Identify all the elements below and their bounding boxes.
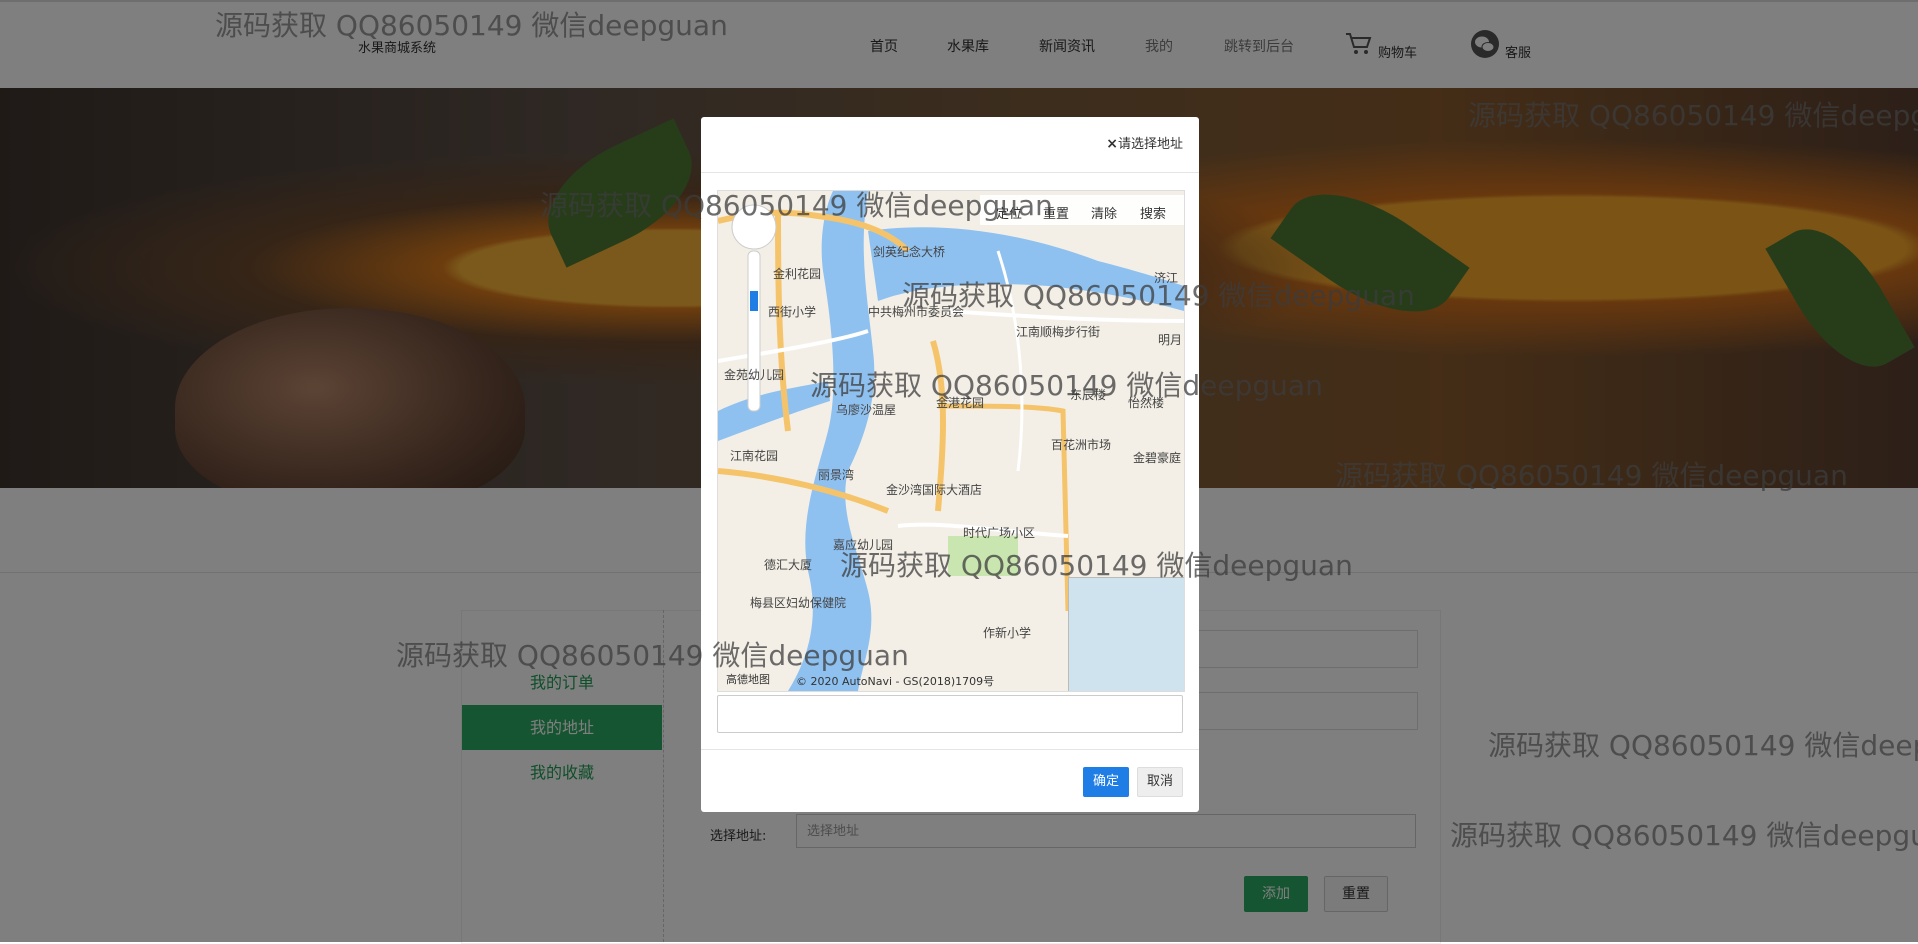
cancel-button[interactable]: 取消 xyxy=(1137,767,1183,797)
map-poi[interactable]: 金沙湾国际大酒店 xyxy=(886,481,982,498)
map-clear-button[interactable]: 清除 xyxy=(1091,203,1117,222)
map-overview[interactable] xyxy=(1068,577,1184,691)
map-poi[interactable]: 济江 xyxy=(1154,269,1178,286)
map-poi[interactable]: 金苑幼儿园 xyxy=(724,366,784,383)
map-poi[interactable]: 百花洲市场 xyxy=(1051,436,1111,453)
map-poi[interactable]: 丽景湾 xyxy=(818,466,854,483)
map-poi[interactable]: 乌廖沙温屋 xyxy=(836,401,896,418)
map-poi[interactable]: 嘉应幼儿园 xyxy=(833,536,893,553)
map-poi[interactable]: 金港花园 xyxy=(936,394,984,411)
modal-title: ×请选择地址 xyxy=(1106,136,1183,152)
map-logo: 高德地图 xyxy=(726,673,770,686)
map-poi[interactable]: 作新小学 xyxy=(983,624,1031,641)
confirm-button[interactable]: 确定 xyxy=(1083,767,1129,797)
close-icon[interactable]: × xyxy=(1106,136,1118,152)
map-reset-button[interactable]: 重置 xyxy=(1043,203,1069,222)
map-poi[interactable]: 西街小学 xyxy=(768,303,816,320)
map-poi[interactable]: 德汇大厦 xyxy=(764,556,812,573)
map-locate-button[interactable]: 定位 xyxy=(996,203,1022,222)
map-poi[interactable]: 怡然楼 xyxy=(1128,394,1164,411)
map-poi[interactable]: 东辰楼 xyxy=(1070,386,1106,403)
map-search-input[interactable] xyxy=(717,695,1183,733)
map-poi[interactable]: 中共梅州市委员会 xyxy=(868,303,964,320)
map-poi[interactable]: 江南花园 xyxy=(730,447,778,464)
map-poi[interactable]: 金碧豪庭 xyxy=(1133,449,1181,466)
map-poi[interactable]: 江南顺梅步行街 xyxy=(1016,323,1100,340)
map-view[interactable]: 定位 重置 清除 搜索 金利花园 剑英纪念大桥 西街小学 中共梅州市委员会 江南… xyxy=(717,190,1185,692)
map-poi[interactable]: 梅县区妇幼保健院 xyxy=(750,594,846,611)
map-poi[interactable]: 剑英纪念大桥 xyxy=(873,243,945,260)
map-poi[interactable]: 明月 xyxy=(1158,331,1182,348)
map-poi[interactable]: 时代广场小区 xyxy=(963,524,1035,541)
address-picker-modal: ×请选择地址 定位 重置 清除 搜索 金利花园 剑英纪念大桥 西街小学 中共梅州… xyxy=(701,117,1199,812)
map-copyright: © 2020 AutoNavi - GS(2018)1709号 xyxy=(796,675,995,688)
map-poi[interactable]: 金利花园 xyxy=(773,265,821,282)
map-search-button[interactable]: 搜索 xyxy=(1140,203,1166,222)
